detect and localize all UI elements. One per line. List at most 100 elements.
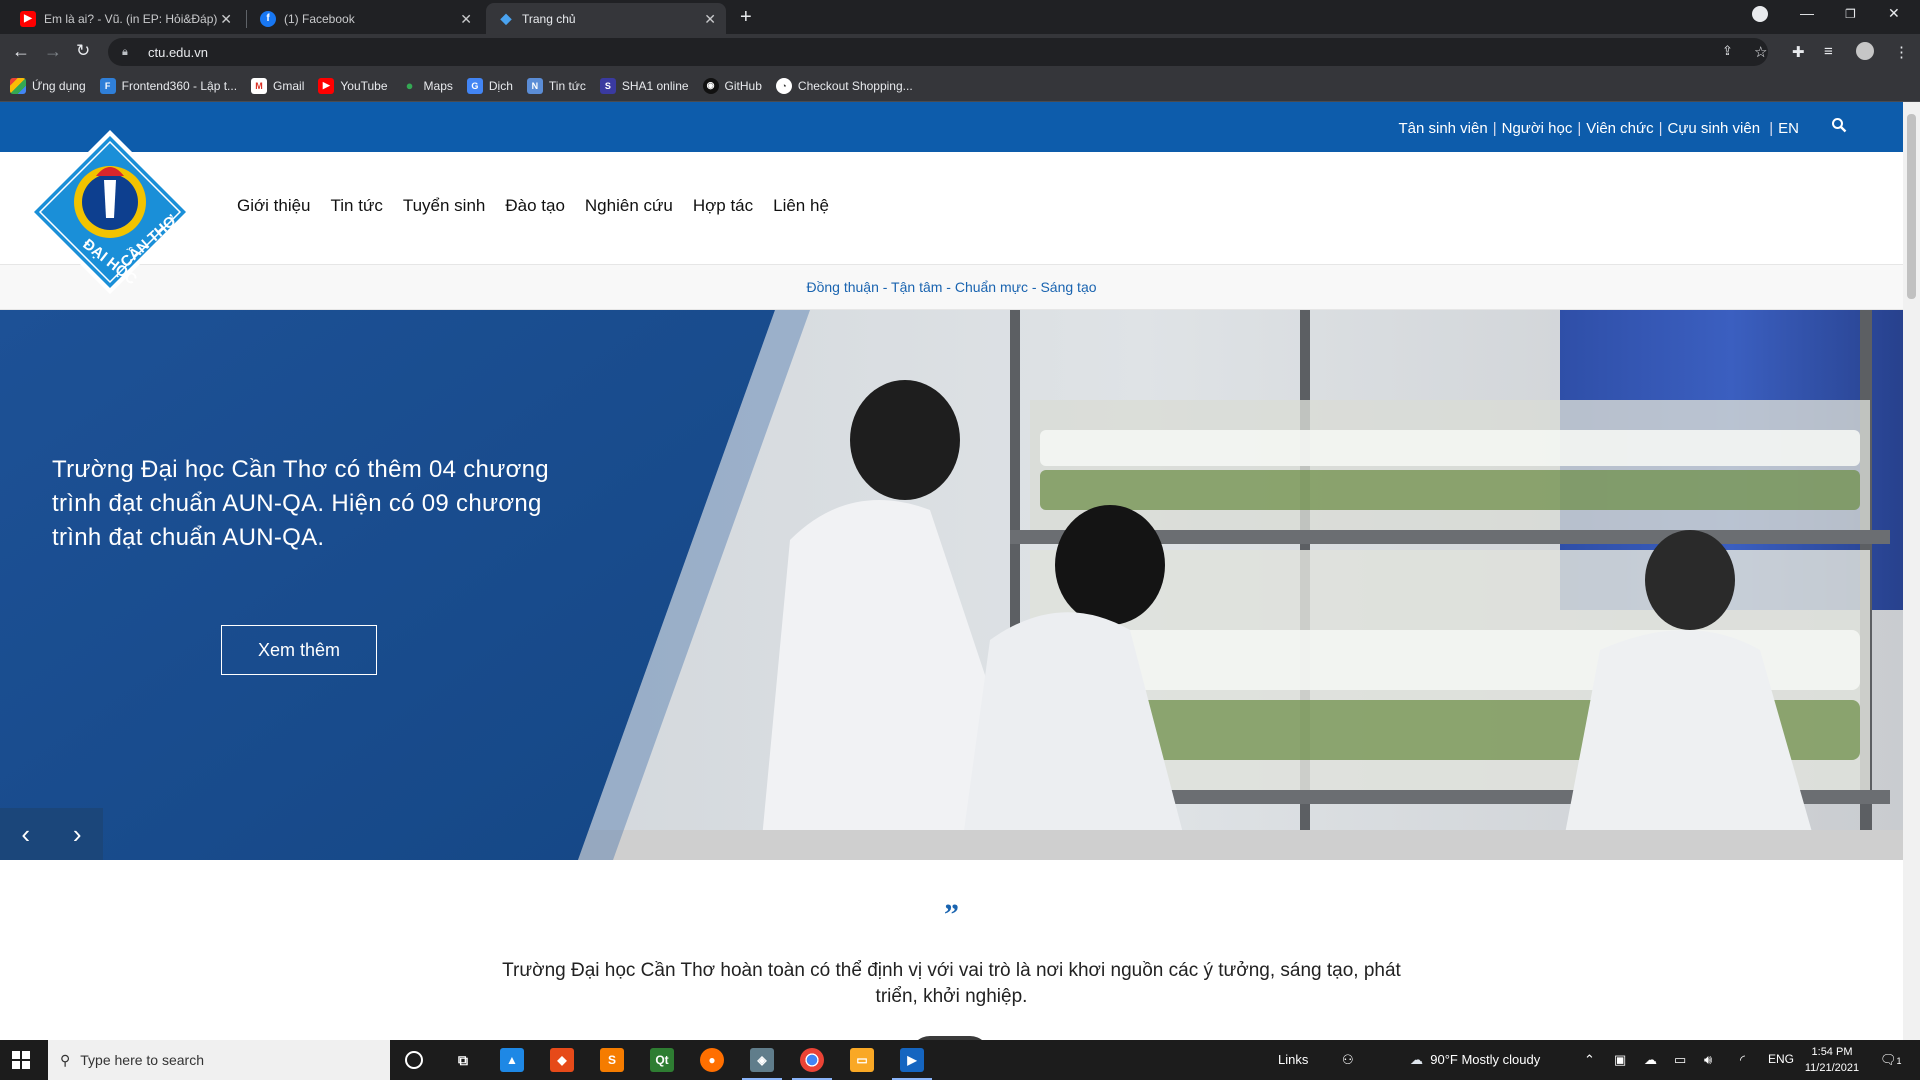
nav-nghien-cuu[interactable]: Nghiên cứu (585, 196, 673, 216)
volume-icon[interactable]: 🔊︎ (1704, 1052, 1712, 1068)
page-scrollbar[interactable] (1903, 102, 1920, 1040)
quote-section: ” Trường Đại học Cần Thơ hoàn toàn có th… (0, 860, 1903, 1040)
profile-avatar[interactable] (1856, 42, 1874, 60)
cortana-icon[interactable] (405, 1051, 423, 1069)
sublime-text-icon[interactable]: S (600, 1048, 624, 1072)
quote-mark-icon: ” (944, 898, 959, 931)
nav-hop-tac[interactable]: Hợp tác (693, 196, 753, 216)
site-header: Giới thiệu Tin tức Tuyển sinh Đào tạo Ng… (0, 152, 1903, 264)
search-icon: ⚲ (60, 1051, 71, 1068)
top-link-vien-chuc[interactable]: Viên chức (1586, 120, 1653, 137)
lock-icon: 🔒︎ (122, 45, 128, 58)
youtube-icon: ▶ (318, 77, 335, 94)
close-icon[interactable]: ✕ (220, 11, 232, 28)
extensions-puzzle-icon[interactable]: ✚ (1792, 43, 1805, 61)
minimize-icon[interactable]: — (1800, 5, 1814, 21)
nav-lien-he[interactable]: Liên hệ (773, 196, 829, 216)
facebook-icon: f (260, 10, 276, 27)
bookmark-item[interactable]: S SHA1 online (599, 77, 689, 94)
url-text: ctu.edu.vn (148, 44, 208, 60)
checkout-icon: ◔ (775, 77, 792, 94)
top-link-tan-sinh-vien[interactable]: Tân sinh viên (1398, 120, 1487, 137)
share-icon[interactable]: ⇪ (1722, 43, 1733, 59)
slider-next-icon[interactable]: › (73, 819, 82, 850)
web-page: Tân sinh viên | Người học | Viên chức | Cựu… (0, 102, 1903, 1040)
restore-icon[interactable]: ❐ (1845, 7, 1856, 21)
tray-app-icon[interactable]: ▣ (1614, 1052, 1626, 1068)
sha1-icon: S (599, 77, 616, 94)
wifi-icon[interactable]: ◜ (1740, 1052, 1745, 1068)
youtube-icon: ▶ (20, 10, 36, 27)
search-icon[interactable] (1831, 117, 1847, 138)
forward-arrow-icon[interactable]: → (44, 41, 62, 62)
bookmark-item[interactable]: M Gmail (251, 77, 304, 94)
taskbar-search-input[interactable]: ⚲ Type here to search (48, 1040, 390, 1080)
top-link-nguoi-hoc[interactable]: Người học (1502, 120, 1573, 137)
scrollbar-thumb[interactable] (1907, 114, 1916, 299)
bookmark-item[interactable]: N Tin tức (526, 77, 586, 94)
back-arrow-icon[interactable]: ← (12, 41, 30, 62)
gmail-icon: M (251, 77, 268, 94)
news-icon: N (526, 77, 543, 94)
slider-prev-icon[interactable]: ‹ (21, 819, 30, 850)
chrome-icon[interactable] (792, 1048, 832, 1080)
bookmark-item[interactable]: G Dịch (466, 77, 513, 94)
cloud-icon: ☁ (1410, 1052, 1423, 1067)
qt-icon[interactable]: Qt (650, 1048, 674, 1072)
bookmark-item[interactable]: ● Maps (402, 78, 453, 94)
notification-center-icon[interactable]: 🗨︎1 (1880, 1052, 1902, 1068)
profile-dropdown-icon[interactable] (1752, 6, 1768, 22)
windows-start-icon[interactable] (12, 1051, 30, 1069)
task-view-icon[interactable]: ⧉ (451, 1048, 475, 1072)
slogan-text: Đồng thuận - Tận tâm - Chuẩn mực - Sáng … (806, 279, 1097, 295)
close-icon[interactable]: ✕ (460, 11, 472, 28)
firefox-icon[interactable]: ● (700, 1048, 724, 1072)
nav-tin-tuc[interactable]: Tin tức (331, 196, 383, 216)
system-clock[interactable]: 1:54 PM 11/21/2021 (1802, 1044, 1862, 1076)
browser-tab[interactable]: ▶ Em là ai? - Vũ. (in EP: Hỏi&Đáp) ✕ (8, 3, 242, 34)
weather-widget[interactable]: ☁ 90°F Mostly cloudy (1410, 1052, 1540, 1068)
links-toolbar[interactable]: Links (1278, 1052, 1308, 1067)
app-icon[interactable]: ◆ (550, 1048, 574, 1072)
reload-icon[interactable]: ↻ (76, 41, 90, 61)
bookmarks-bar: Ứng dụng F Frontend360 - Lập t... M Gmail … (0, 70, 1920, 102)
bookmark-item[interactable]: ▶ YouTube (318, 77, 388, 94)
bookmark-item[interactable]: F Frontend360 - Lập t... (99, 77, 237, 94)
top-links: Tân sinh viên | Người học | Viên chức | Cựu… (1398, 120, 1799, 137)
nav-dao-tao[interactable]: Đào tạo (505, 196, 565, 216)
site-top-bar: Tân sinh viên | Người học | Viên chức | Cựu… (0, 102, 1903, 152)
chevron-up-icon[interactable]: ⌃ (1584, 1052, 1595, 1068)
reading-list-icon[interactable]: ≡ (1824, 43, 1833, 60)
bookmark-star-icon[interactable]: ☆ (1754, 43, 1767, 61)
close-icon[interactable]: ✕ (704, 11, 716, 28)
top-link-cuu-sinh-vien[interactable]: Cựu sinh viên (1667, 120, 1760, 137)
see-more-button[interactable]: Xem thêm (221, 625, 377, 675)
bookmark-item[interactable]: ◉ GitHub (702, 77, 762, 94)
input-language[interactable]: ENG (1768, 1052, 1794, 1066)
language-switch-en[interactable]: EN (1778, 120, 1799, 137)
file-explorer-icon[interactable]: ▭ (850, 1048, 874, 1072)
browser-tab-active[interactable]: ◆ Trang chủ ✕ (486, 3, 726, 34)
nav-tuyen-sinh[interactable]: Tuyển sinh (403, 196, 486, 216)
menu-kebab-icon[interactable]: ⋮ (1894, 43, 1909, 61)
tab-title: (1) Facebook (284, 11, 355, 26)
bookmark-item[interactable]: Ứng dụng (10, 77, 86, 94)
hero-headline: Trường Đại học Cần Thơ có thêm 04 chương… (52, 456, 549, 551)
window-close-icon[interactable]: ✕ (1888, 5, 1900, 22)
hero-blue-overlay (0, 310, 810, 860)
bookmark-item[interactable]: ◔ Checkout Shopping... (775, 77, 913, 94)
ctu-logo[interactable]: ĐẠI HỌC CẦN THƠ (26, 128, 194, 296)
github-icon: ◉ (702, 77, 719, 94)
nav-gioi-thieu[interactable]: Giới thiệu (237, 196, 311, 216)
app-icon[interactable]: ▲ (500, 1048, 524, 1072)
app-icon[interactable]: ◈ (742, 1048, 782, 1080)
frontend360-icon: F (99, 77, 116, 94)
onedrive-icon[interactable]: ☁ (1644, 1052, 1657, 1068)
browser-tab[interactable]: f (1) Facebook ✕ (248, 3, 482, 34)
people-icon[interactable]: ⚇ (1342, 1052, 1354, 1068)
media-player-icon[interactable]: ▶ (892, 1048, 932, 1080)
new-tab-button[interactable]: + (740, 6, 752, 29)
windows-taskbar: ⚲ Type here to search ⧉ ▲ ◆ S Qt ● ◈ ▭ ▶… (0, 1040, 1920, 1080)
address-bar[interactable]: 🔒︎ ctu.edu.vn (108, 38, 1768, 66)
battery-icon[interactable]: ▭ (1674, 1052, 1686, 1068)
